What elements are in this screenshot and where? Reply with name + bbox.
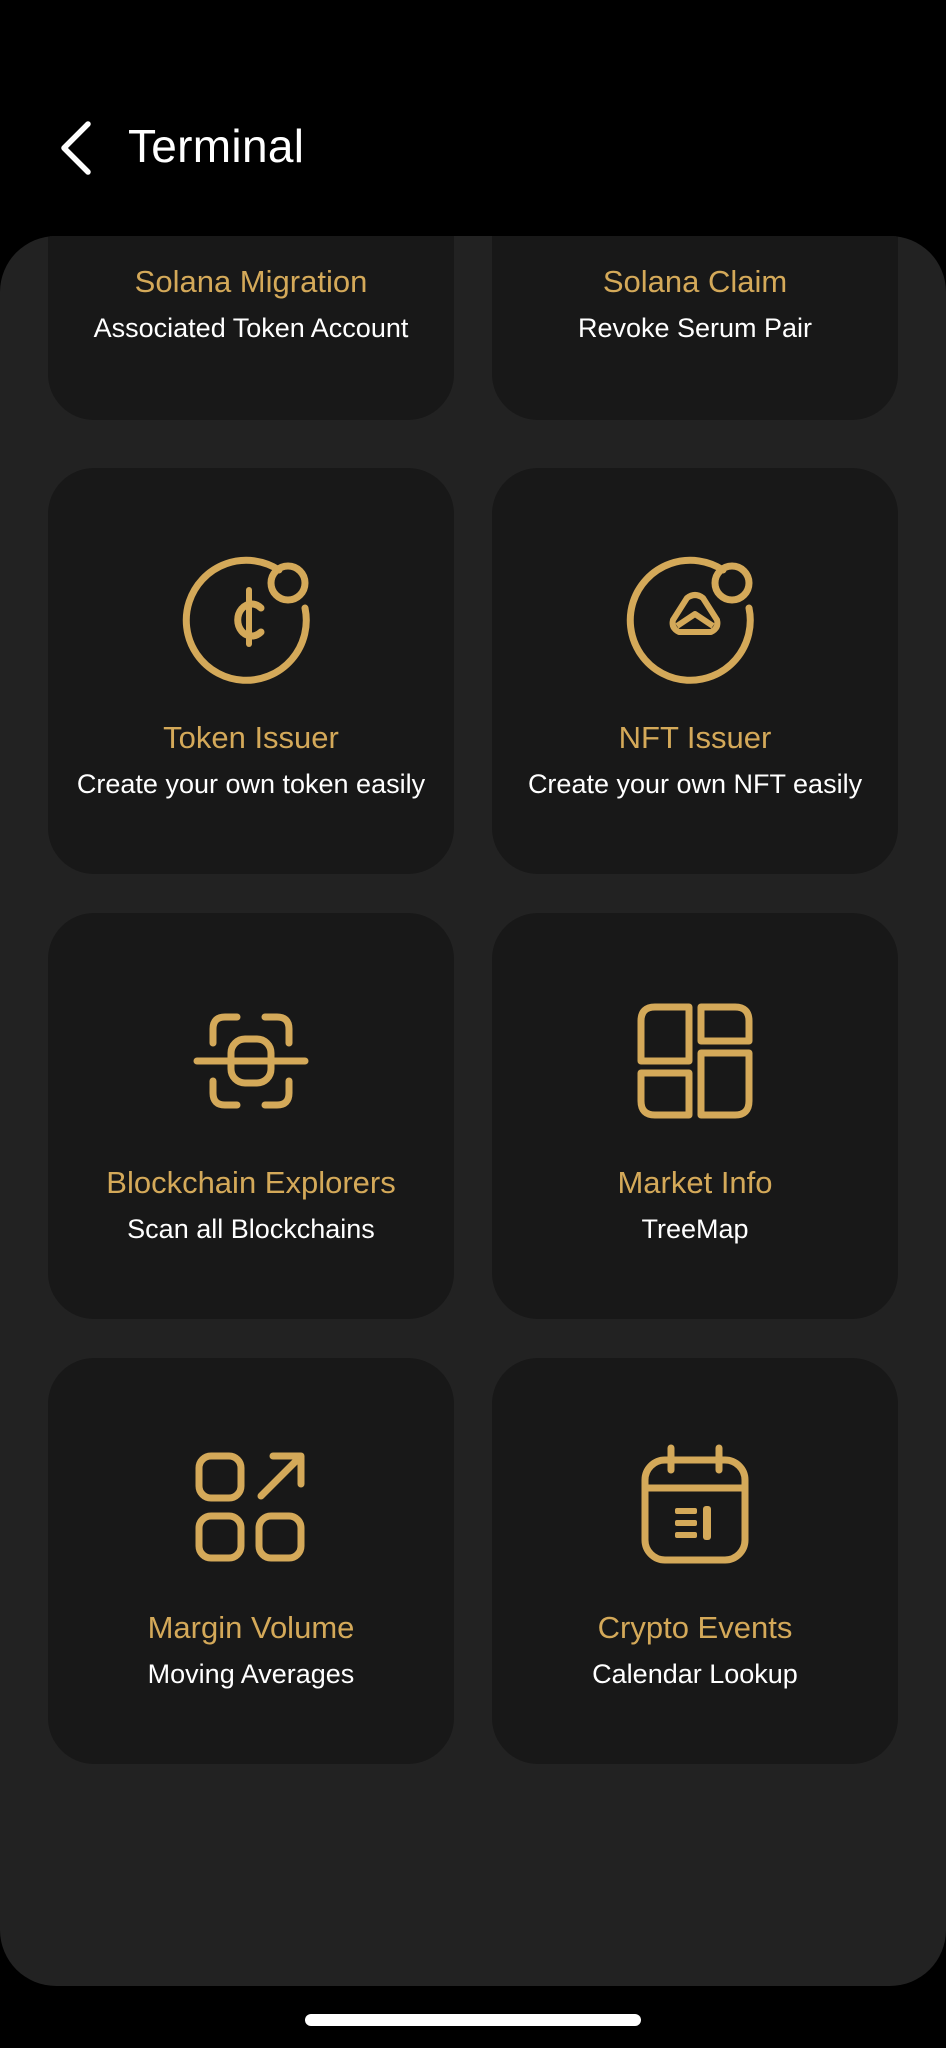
- terminal-screen: Terminal Solana Migration Associated Tok…: [0, 0, 946, 2048]
- coin-badge-icon: [182, 556, 310, 684]
- header: Terminal: [0, 0, 946, 236]
- card-subtitle: Scan all Blockchains: [127, 1214, 375, 1244]
- card-solana-claim[interactable]: Solana Claim Revoke Serum Pair: [492, 236, 898, 420]
- card-token-issuer[interactable]: Token Issuer Create your own token easil…: [48, 468, 454, 874]
- grid-arrow-icon: [195, 1452, 305, 1562]
- card-margin-volume[interactable]: Margin Volume Moving Averages: [48, 1358, 454, 1764]
- chevron-left-icon: [61, 121, 91, 175]
- card-crypto-events[interactable]: Crypto Events Calendar Lookup: [492, 1358, 898, 1764]
- card-title: Token Issuer: [163, 720, 339, 755]
- card-title: Crypto Events: [597, 1610, 793, 1645]
- card-solana-migration[interactable]: Solana Migration Associated Token Accoun…: [48, 236, 454, 420]
- card-title: Market Info: [617, 1165, 773, 1200]
- page-title: Terminal: [128, 120, 305, 172]
- card-subtitle: TreeMap: [641, 1214, 749, 1244]
- treemap-icon: [637, 1003, 753, 1119]
- card-title: Margin Volume: [147, 1610, 355, 1645]
- scan-icon: [193, 1013, 309, 1109]
- card-subtitle: Calendar Lookup: [592, 1659, 798, 1689]
- card-subtitle: Associated Token Account: [93, 313, 409, 343]
- card-subtitle: Revoke Serum Pair: [577, 313, 813, 343]
- card-title: NFT Issuer: [618, 720, 772, 755]
- card-nft-issuer[interactable]: NFT Issuer Create your own NFT easily: [492, 468, 898, 874]
- back-button[interactable]: [48, 112, 104, 184]
- card-title: Solana Claim: [602, 264, 788, 299]
- card-subtitle: Create your own NFT easily: [527, 769, 863, 799]
- nft-badge-icon: [626, 556, 754, 684]
- tools-panel: Solana Migration Associated Token Accoun…: [0, 236, 946, 1986]
- card-blockchain-explorers[interactable]: Blockchain Explorers Scan all Blockchain…: [48, 913, 454, 1319]
- home-indicator[interactable]: [305, 2014, 641, 2026]
- card-title: Blockchain Explorers: [106, 1165, 396, 1200]
- card-subtitle: Moving Averages: [147, 1659, 355, 1689]
- card-market-info[interactable]: Market Info TreeMap: [492, 913, 898, 1319]
- card-title: Solana Migration: [134, 264, 368, 299]
- card-subtitle: Create your own token easily: [76, 769, 426, 799]
- calendar-icon: [641, 1444, 749, 1564]
